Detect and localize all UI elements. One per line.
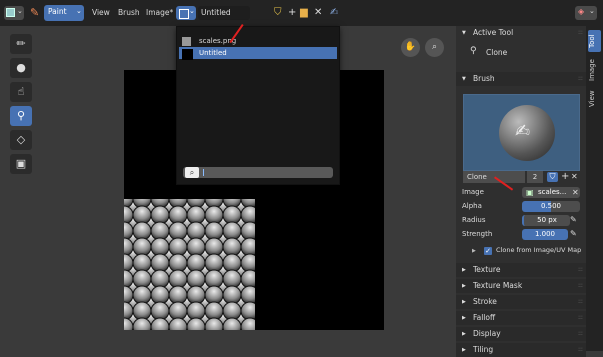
clone-tool-icon: ⚲ — [470, 46, 477, 56]
radius-field[interactable]: 50 px — [522, 215, 570, 226]
brush-users-count[interactable]: 2 — [527, 171, 543, 183]
fake-user-shield-icon[interactable]: ⛉ — [547, 172, 558, 182]
clone-uv-checkbox[interactable]: ✓ — [484, 247, 492, 255]
section-falloff[interactable]: ▶ Falloff:::: — [456, 311, 586, 325]
image-icon — [179, 9, 189, 19]
draw-brush-icon: ✏ — [16, 37, 26, 50]
draw-tool-button[interactable]: ✏ — [10, 34, 32, 54]
pressure-strength-icon[interactable]: ✎ — [570, 229, 577, 238]
alpha-label: Alpha — [462, 202, 482, 210]
pin-icon[interactable]: ✍ — [330, 6, 338, 20]
brush-sphere-icon: ✍ — [499, 105, 555, 161]
viewport-navigation: ✋ ⌕ — [401, 38, 445, 58]
section-stroke[interactable]: ▶ Stroke:::: — [456, 295, 586, 309]
clone-tool-button[interactable]: ⚲ — [10, 106, 32, 126]
alpha-slider[interactable]: 0.500 — [522, 201, 580, 212]
brush-datablock: Clone 2 ⛉ + ✕ — [463, 171, 580, 183]
mode-selector[interactable]: ✎ Paint ⌄ — [30, 5, 84, 21]
scene-selector[interactable]: ◈ ⌄ — [575, 6, 597, 20]
mask-tool-button[interactable]: ▣ — [10, 154, 32, 174]
pressure-radius-icon[interactable]: ✎ — [570, 215, 577, 224]
clone-stamp-icon: ⚲ — [16, 109, 26, 122]
sidebar-tabs: Tool Image View — [586, 26, 603, 351]
scene-icon: ◈ — [578, 7, 585, 16]
smear-tool-button[interactable]: ☝ — [10, 82, 32, 102]
image-browse-dropdown: scales.png Untitled ⌕ — [176, 26, 340, 185]
brush-header[interactable]: ▼ Brush:::: — [456, 72, 586, 86]
unlink-x-icon[interactable]: ✕ — [314, 6, 322, 20]
menu-brush[interactable]: Brush — [118, 6, 140, 20]
radius-label: Radius — [462, 216, 486, 224]
dropdown-search-input[interactable]: ⌕ — [183, 167, 333, 178]
search-icon: ⌕ — [185, 167, 199, 178]
image-selector[interactable]: ⌄ Untitled — [176, 5, 250, 21]
pan-hand-icon[interactable]: ✋ — [401, 38, 420, 57]
clear-image-x-icon[interactable]: ✕ — [572, 188, 579, 197]
top-header: ⌄ ✎ Paint ⌄ View Brush Image* ⌄ Untitled… — [0, 0, 603, 26]
strength-slider[interactable]: 1.000 — [522, 229, 568, 240]
scales-clone-preview — [124, 199, 255, 330]
expand-arrow-icon: ▶ — [472, 248, 476, 254]
mode-label: Paint — [48, 7, 67, 16]
dropdown-item-scales[interactable]: scales.png — [179, 35, 337, 47]
new-brush-plus-icon[interactable]: + — [561, 171, 569, 182]
drop-icon: ● — [16, 61, 26, 74]
soften-tool-button[interactable]: ● — [10, 58, 32, 78]
mask-icon: ▣ — [15, 157, 27, 170]
browse-image-button[interactable]: ⌄ — [176, 6, 196, 20]
image-thumbnail-icon — [182, 37, 191, 46]
menu-image[interactable]: Image* — [146, 6, 173, 20]
section-tiling[interactable]: ▶ Tiling:::: — [456, 343, 586, 357]
paint-brush-icon: ✎ — [30, 6, 40, 19]
smear-icon: ☝ — [17, 85, 25, 98]
active-tool-name: Clone — [486, 48, 508, 57]
dropdown-item-untitled[interactable]: Untitled — [179, 47, 337, 60]
image-thumbnail-icon — [182, 49, 193, 60]
tab-tool[interactable]: Tool — [588, 30, 601, 52]
image-name-field[interactable]: Untitled — [198, 6, 250, 20]
tab-view[interactable]: View — [588, 88, 601, 110]
clone-uv-label: Clone from Image/UV Map — [496, 246, 582, 254]
section-display[interactable]: ▶ Display:::: — [456, 327, 586, 341]
unlink-brush-x-icon[interactable]: ✕ — [571, 172, 578, 181]
sidebar-panel: ▼ Active Tool:::: ⚲ Clone ▼ Brush:::: ✍ Cl… — [456, 26, 586, 357]
strength-label: Strength — [462, 230, 493, 238]
new-image-plus-icon[interactable]: + — [288, 6, 296, 20]
fill-bucket-icon: ◇ — [16, 133, 26, 146]
active-tool-header[interactable]: ▼ Active Tool:::: — [456, 26, 586, 40]
section-texture[interactable]: ▶ Texture:::: — [456, 263, 586, 277]
brush-preview[interactable]: ✍ — [463, 94, 580, 171]
fake-user-shield-icon[interactable]: ⛉ — [274, 6, 282, 20]
editor-type-button[interactable]: ⌄ — [4, 6, 24, 20]
text-cursor — [203, 169, 204, 176]
section-texture-mask[interactable]: ▶ Texture Mask:::: — [456, 279, 586, 293]
zoom-magnifier-icon[interactable]: ⌕ — [425, 38, 444, 57]
image-icon: ▣ — [526, 188, 534, 197]
image-editor-icon — [6, 8, 15, 17]
fill-tool-button[interactable]: ◇ — [10, 130, 32, 150]
tab-image[interactable]: Image — [588, 56, 601, 84]
menu-view[interactable]: View — [92, 6, 110, 20]
image-label: Image — [462, 188, 484, 196]
open-folder-icon[interactable]: ▆ — [300, 6, 308, 20]
